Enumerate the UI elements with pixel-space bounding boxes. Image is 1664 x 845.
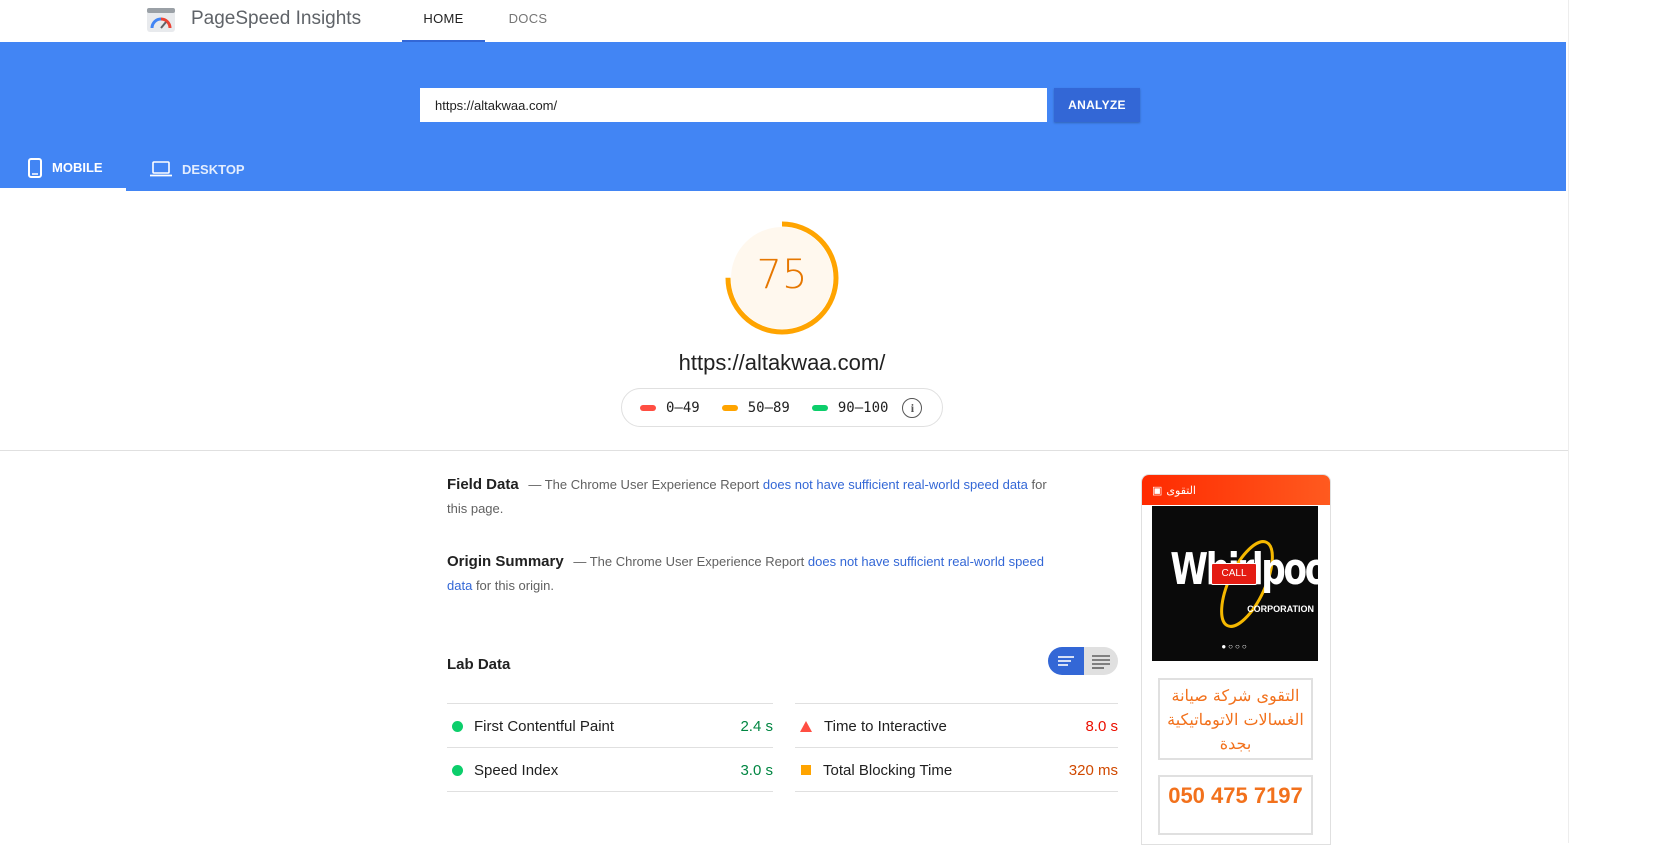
field-data-link[interactable]: does not have sufficient real-world spee…: [763, 477, 1028, 492]
nav-tab-docs[interactable]: DOCS: [497, 0, 559, 42]
tab-mobile-label: MOBILE: [52, 160, 103, 175]
section-divider: [0, 450, 1568, 451]
field-data-title: Field Data: [447, 476, 519, 493]
metric-time-to-interactive: Time to Interactive 8.0 s: [795, 703, 1118, 748]
metric-total-blocking-time: Total Blocking Time 320 ms: [795, 747, 1118, 792]
expanded-view-button[interactable]: [1084, 647, 1118, 675]
legend-fail: 0–49: [640, 400, 700, 416]
short-lines-icon: [1058, 656, 1074, 666]
origin-summary-text-after: for this origin.: [475, 578, 554, 593]
metrics-view-toggle[interactable]: [1048, 647, 1118, 675]
tested-url: https://altakwaa.com/: [678, 350, 886, 375]
legend-average-range: 50–89: [747, 399, 790, 416]
metric-name: Time to Interactive: [824, 717, 947, 735]
metric-value: 8.0 s: [1085, 717, 1118, 735]
origin-summary-title: Origin Summary: [447, 553, 564, 570]
metric-name: Speed Index: [474, 761, 559, 779]
metric-first-contentful-paint: First Contentful Paint 2.4 s: [447, 703, 773, 748]
info-icon[interactable]: i: [902, 397, 923, 418]
fail-triangle-icon: [800, 720, 812, 732]
metric-value: 320 ms: [1068, 761, 1118, 779]
site-header-bar: ▣ التقوى: [1142, 475, 1330, 505]
tab-mobile[interactable]: MOBILE: [0, 147, 126, 191]
legend-fail-range: 0–49: [666, 399, 700, 416]
long-lines-icon: [1092, 655, 1110, 669]
laptop-icon: [150, 161, 172, 177]
compact-view-button[interactable]: [1048, 647, 1084, 675]
analyze-button[interactable]: ANALYZE: [1054, 88, 1140, 122]
smartphone-icon: [28, 157, 42, 178]
pagespeed-logo-icon[interactable]: [146, 6, 176, 34]
field-data-section: Field Data — The Chrome User Experience …: [447, 473, 1067, 521]
metric-row-divider: [795, 791, 1118, 792]
company-tagline: التقوى شركة صيانة الغسالات الاتوماتيكية …: [1158, 678, 1313, 760]
origin-summary-section: Origin Summary — The Chrome User Experie…: [447, 550, 1067, 598]
field-data-text: — The Chrome User Experience Report: [528, 477, 760, 492]
metric-value: 2.4 s: [740, 717, 773, 735]
performance-score-value: 75: [756, 252, 808, 298]
metric-row-divider: [447, 791, 773, 792]
url-input[interactable]: [420, 88, 1047, 122]
tab-desktop[interactable]: DESKTOP: [150, 147, 245, 191]
legend-average: 50–89: [721, 399, 790, 416]
brand-title[interactable]: PageSpeed Insights: [191, 8, 361, 30]
legend-pass-range: 90–100: [837, 399, 889, 416]
final-screenshot-thumbnail: ▣ التقوى Whirlpool CORPORATION CALL ●○○○…: [1141, 474, 1331, 845]
score-legend: 0–49 50–89 90–100 i: [621, 388, 943, 427]
average-swatch: [721, 404, 738, 411]
metric-value: 3.0 s: [740, 761, 773, 779]
site-title: التقوى: [1166, 484, 1196, 497]
top-app-bar: PageSpeed Insights HOME DOCS: [0, 0, 1568, 42]
pass-circle-icon: [452, 764, 463, 776]
carousel-dots: ●○○○: [1221, 642, 1249, 651]
average-square-icon: [801, 765, 811, 775]
brand-subtext: CORPORATION: [1247, 604, 1314, 614]
pass-circle-icon: [452, 720, 463, 732]
metric-speed-index: Speed Index 3.0 s: [447, 747, 773, 792]
origin-summary-text: — The Chrome User Experience Report: [573, 554, 805, 569]
metric-name: First Contentful Paint: [474, 717, 615, 735]
legend-pass: 90–100: [811, 399, 889, 416]
call-button: CALL: [1211, 563, 1257, 585]
pass-swatch: [811, 404, 828, 411]
phone-number: 050 475 7197: [1158, 775, 1313, 835]
tab-desktop-label: DESKTOP: [182, 161, 245, 177]
search-hero: ANALYZE MOBILE DESKTOP: [0, 42, 1566, 191]
lab-data-title: Lab Data: [447, 656, 511, 673]
toolbox-icon: ▣: [1152, 484, 1163, 497]
page-scroll-gutter: [1568, 0, 1664, 843]
metric-name: Total Blocking Time: [823, 761, 953, 779]
hero-banner-image: Whirlpool CORPORATION CALL ●○○○: [1152, 506, 1330, 661]
nav-tab-home[interactable]: HOME: [402, 0, 485, 42]
fail-swatch: [640, 404, 656, 411]
